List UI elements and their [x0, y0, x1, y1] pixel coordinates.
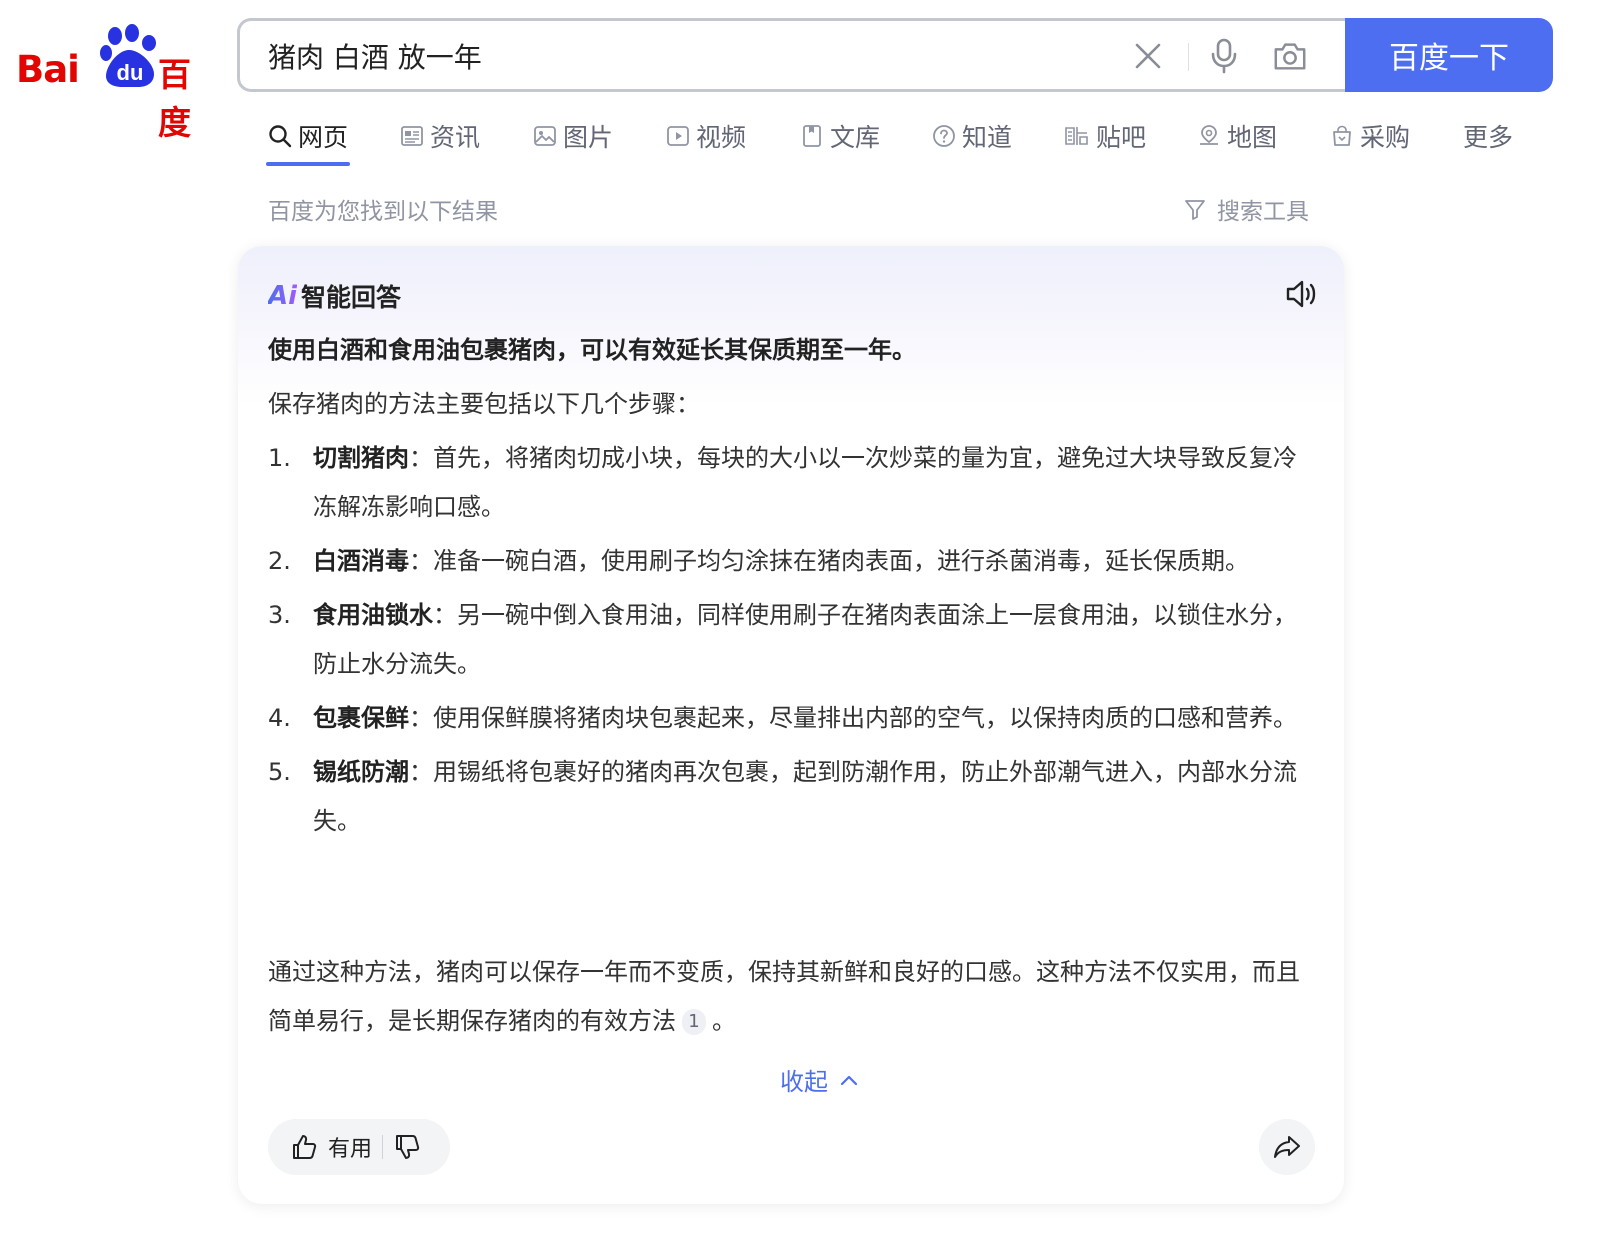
close-icon[interactable]	[1130, 38, 1166, 74]
step-number: 4.	[268, 704, 291, 732]
step-text: ：另一碗中倒入食用油，同样使用刷子在猪肉表面涂上一层食用油，以锁住水分，防止水分…	[313, 601, 1297, 678]
tab-wenku[interactable]: 文库	[800, 116, 880, 156]
share-button[interactable]	[1259, 1119, 1315, 1175]
thumbs-down-icon	[396, 1135, 420, 1159]
step-text: ：用锡纸将包裹好的猪肉再次包裹，起到防潮作用，防止外部潮气进入，内部水分流失。	[313, 758, 1297, 835]
step-keyword: 食用油锁水	[313, 601, 433, 629]
active-tab-indicator	[266, 162, 350, 166]
ai-title-text: 智能回答	[301, 283, 402, 312]
step-number: 1.	[268, 444, 291, 472]
step-text: ：首先，将猪肉切成小块，每块的大小以一次炒菜的量为宜，避免过大块导致反复冷冻解冻…	[313, 444, 1297, 521]
step-keyword: 白酒消毒	[313, 547, 409, 575]
video-icon	[667, 126, 689, 146]
list-item: 5. 锡纸防潮：用锡纸将包裹好的猪肉再次包裹，起到防潮作用，防止外部潮气进入，内部…	[268, 748, 1318, 846]
not-useful-button[interactable]	[393, 1133, 421, 1161]
shopping-bag-icon	[1333, 125, 1351, 146]
useful-label: 有用	[328, 1137, 373, 1162]
image-icon	[534, 126, 556, 146]
step-number: 5.	[268, 758, 291, 786]
tab-map[interactable]: 地图	[1197, 116, 1277, 156]
tab-label: 资讯	[430, 123, 481, 152]
tab-label: 采购	[1360, 123, 1411, 152]
search-icon	[269, 125, 292, 148]
tab-shopping[interactable]: 采购	[1330, 116, 1410, 156]
step-number: 3.	[268, 601, 291, 629]
tab-label: 更多	[1463, 123, 1514, 152]
tab-label: 贴吧	[1096, 123, 1147, 152]
logo-latin: Bai	[16, 48, 80, 91]
step-number: 2.	[268, 547, 291, 575]
logo-du: du	[117, 60, 144, 85]
collapse-button[interactable]: 收起	[780, 1062, 858, 1097]
logo-chinese: 百度	[158, 55, 191, 142]
card-gradient	[238, 246, 1344, 406]
ai-intro: 保存猪肉的方法主要包括以下几个步骤：	[268, 390, 700, 418]
step-keyword: 锡纸防潮	[313, 758, 409, 786]
useful-button[interactable]: 有用	[290, 1131, 372, 1163]
step-keyword: 包裹保鲜	[313, 704, 409, 732]
tab-label: 视频	[696, 123, 747, 152]
feedback-divider	[382, 1135, 384, 1159]
tab-video[interactable]: 视频	[666, 116, 746, 156]
step-keyword: 切割猪肉	[313, 444, 409, 472]
summary-end: 。	[712, 1007, 736, 1035]
baidu-logo[interactable]: Bai du 百度	[16, 24, 212, 142]
ai-logo: Ai	[268, 281, 298, 311]
thumbs-up-icon	[293, 1135, 317, 1159]
question-icon	[933, 125, 955, 147]
search-tools-label: 搜索工具	[1217, 199, 1309, 225]
step-text: ：使用保鲜膜将猪肉块包裹起来，尽量排出内部的空气，以保持肉质的口感和营养。	[409, 704, 1297, 732]
news-icon	[401, 126, 423, 146]
tab-more[interactable]: 更多	[1463, 116, 1513, 156]
search-box	[237, 18, 1345, 92]
tab-label: 知道	[962, 123, 1013, 152]
list-item: 3. 食用油锁水：另一碗中倒入食用油，同样使用刷子在猪肉表面涂上一层食用油，以锁住…	[268, 591, 1318, 689]
tab-label: 网页	[298, 123, 349, 152]
ai-lead-sentence: 使用白酒和食用油包裹猪肉，可以有效延长其保质期至一年。	[268, 336, 916, 364]
camera-icon[interactable]	[1272, 38, 1308, 74]
citation-badge[interactable]: 1	[682, 1009, 706, 1035]
chevron-up-icon	[840, 1075, 858, 1085]
ai-summary: 通过这种方法，猪肉可以保存一年而不变质，保持其新鲜和良好的口感。这种方法不仅实用…	[268, 948, 1318, 1046]
ai-card-title: Ai 智能回答	[268, 278, 401, 314]
step-text: ：准备一碗白酒，使用刷子均匀涂抹在猪肉表面，进行杀菌消毒，延长保质期。	[409, 547, 1249, 575]
tab-tieba[interactable]: 贴吧	[1064, 116, 1146, 156]
paw-icon: du	[100, 24, 156, 87]
tab-zhidao[interactable]: 知道	[932, 116, 1012, 156]
tab-webpage[interactable]: 网页	[268, 116, 348, 156]
tab-news[interactable]: 资讯	[400, 116, 480, 156]
tieba-icon	[1065, 127, 1088, 145]
microphone-icon[interactable]	[1206, 38, 1242, 74]
collapse-label: 收起	[780, 1068, 828, 1096]
map-icon	[1200, 125, 1218, 145]
list-item: 4. 包裹保鲜：使用保鲜膜将猪肉块包裹起来，尽量排出内部的空气，以保持肉质的口感和…	[268, 694, 1318, 743]
filter-icon	[1185, 200, 1205, 220]
list-item: 1. 切割猪肉：首先，将猪肉切成小块，每块的大小以一次炒菜的量为宜，避免过大块导致…	[268, 434, 1318, 532]
ai-answer-card: Ai 智能回答 使用白酒和食用油包裹猪肉，可以有效延长其保质期至一年。 保存猪肉…	[238, 246, 1344, 1204]
document-icon	[803, 125, 821, 147]
search-tools-button[interactable]: 搜索工具	[1183, 192, 1309, 226]
feedback-bar: 有用	[268, 1119, 450, 1175]
results-hint: 百度为您找到以下结果	[268, 199, 498, 225]
tab-label: 地图	[1227, 123, 1278, 152]
summary-text: 通过这种方法，猪肉可以保存一年而不变质，保持其新鲜和良好的口感。这种方法不仅实用…	[268, 958, 1300, 1035]
tab-label: 图片	[563, 123, 614, 152]
steps-list: 1. 切割猪肉：首先，将猪肉切成小块，每块的大小以一次炒菜的量为宜，避免过大块导致…	[268, 434, 1318, 851]
search-divider	[1188, 43, 1189, 71]
speaker-icon[interactable]	[1284, 278, 1320, 310]
search-input[interactable]	[266, 35, 1090, 77]
list-item: 2. 白酒消毒：准备一碗白酒，使用刷子均匀涂抹在猪肉表面，进行杀菌消毒，延长保质期…	[268, 537, 1318, 586]
tab-images[interactable]: 图片	[533, 116, 613, 156]
tab-label: 文库	[830, 123, 881, 152]
share-icon	[1274, 1136, 1300, 1158]
search-button[interactable]: 百度一下	[1345, 18, 1553, 92]
